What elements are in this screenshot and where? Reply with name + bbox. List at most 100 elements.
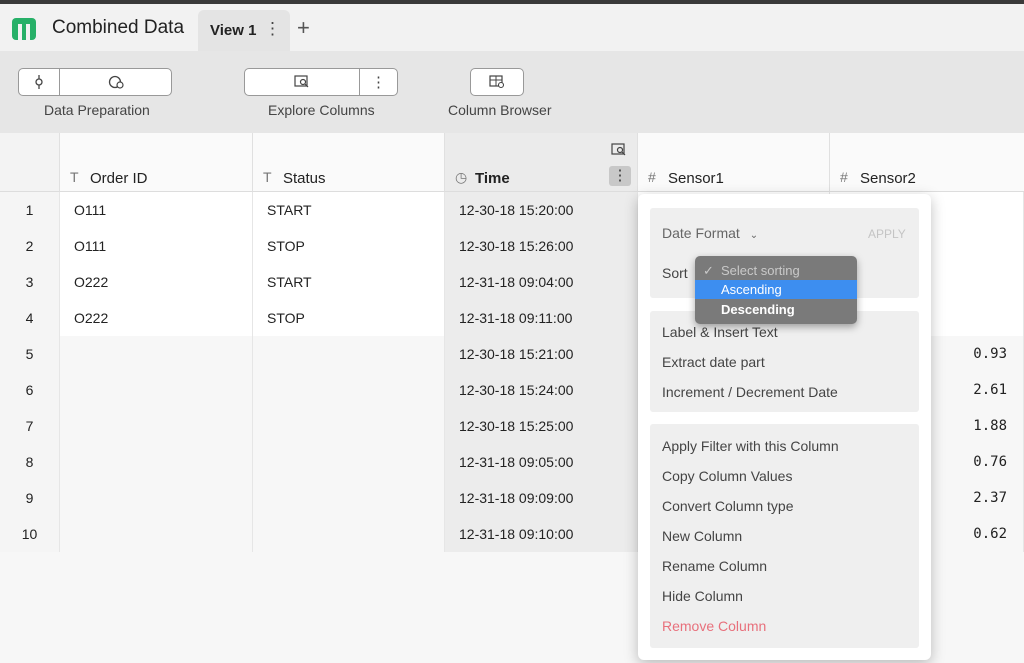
column-title: Order ID [90, 170, 148, 187]
order-id-cell[interactable] [60, 480, 253, 516]
column-header-order-id[interactable]: T Order ID [60, 133, 253, 192]
workspace-title: Combined Data [52, 17, 185, 38]
clock-icon: ◷ [455, 169, 468, 185]
row-number-cell[interactable]: 5 [0, 336, 60, 372]
option-label: Ascending [721, 282, 782, 297]
column-title: Sensor1 [668, 170, 724, 187]
row-number-cell[interactable]: 10 [0, 516, 60, 552]
status-cell[interactable] [253, 480, 445, 516]
order-id-cell[interactable] [60, 336, 253, 372]
sort-option-descending[interactable]: Descending [695, 300, 857, 319]
time-cell[interactable]: 12-31-18 09:11:00 [445, 300, 638, 336]
column-menu-button[interactable]: ⋮ [609, 166, 631, 186]
sort-option-ascending[interactable]: Ascending [695, 280, 857, 299]
time-cell[interactable]: 12-30-18 15:21:00 [445, 336, 638, 372]
column-browser-icon [471, 69, 523, 95]
menu-item[interactable]: Apply Filter with this Column [662, 438, 839, 454]
menu-item[interactable]: Rename Column [662, 558, 767, 574]
data-prep-refresh-icon[interactable] [59, 69, 171, 95]
order-id-cell[interactable] [60, 372, 253, 408]
chevron-down-icon: ⌄ [749, 230, 759, 241]
row-number-cell[interactable]: 1 [0, 192, 60, 228]
column-title: Time [475, 170, 510, 187]
app-logo-icon [12, 18, 36, 40]
row-number-cell[interactable]: 7 [0, 408, 60, 444]
row-number-cell[interactable]: 3 [0, 264, 60, 300]
row-number-cell[interactable]: 9 [0, 480, 60, 516]
text-type-icon: T [70, 169, 79, 185]
menu-item[interactable]: Convert Column type [662, 498, 794, 514]
date-format-label: Date Format [662, 225, 740, 241]
menu-item[interactable]: Increment / Decrement Date [662, 384, 838, 400]
status-cell[interactable] [253, 336, 445, 372]
toolbar: Data Preparation ⋮ Explore Columns Colum… [0, 51, 1024, 133]
column-header-time[interactable]: ◷ Time ⋮ [445, 133, 638, 192]
explore-columns-label: Explore Columns [268, 102, 375, 118]
text-type-icon: T [263, 169, 272, 185]
menu-item[interactable]: New Column [662, 528, 742, 544]
order-id-cell[interactable]: O222 [60, 300, 253, 336]
explore-columns-menu-icon[interactable]: ⋮ [359, 69, 397, 95]
order-id-cell[interactable]: O222 [60, 264, 253, 300]
explore-columns-icon[interactable] [245, 69, 359, 95]
row-number-cell[interactable]: 8 [0, 444, 60, 480]
order-id-cell[interactable] [60, 444, 253, 480]
row-number-cell[interactable]: 6 [0, 372, 60, 408]
option-label: Descending [721, 302, 795, 317]
order-id-cell[interactable] [60, 408, 253, 444]
time-cell[interactable]: 12-31-18 09:10:00 [445, 516, 638, 552]
explore-column-icon[interactable] [611, 143, 627, 162]
time-cell[interactable]: 12-30-18 15:20:00 [445, 192, 638, 228]
order-id-cell[interactable] [60, 516, 253, 552]
column-title: Status [283, 170, 326, 187]
status-cell[interactable] [253, 372, 445, 408]
status-cell[interactable]: START [253, 264, 445, 300]
status-cell[interactable] [253, 516, 445, 552]
tab-label: View 1 [210, 22, 257, 39]
column-header-sensor2[interactable]: # Sensor2 [830, 133, 1024, 192]
order-id-cell[interactable]: O111 [60, 228, 253, 264]
explore-columns-button-group: ⋮ [244, 68, 398, 96]
status-cell[interactable]: STOP [253, 228, 445, 264]
remove-column-item[interactable]: Remove Column [662, 618, 766, 634]
menu-item[interactable]: Extract date part [662, 354, 765, 370]
time-cell[interactable]: 12-31-18 09:04:00 [445, 264, 638, 300]
time-cell[interactable]: 12-31-18 09:05:00 [445, 444, 638, 480]
order-id-cell[interactable]: O111 [60, 192, 253, 228]
number-type-icon: # [648, 169, 656, 185]
option-label: Select sorting [721, 263, 800, 278]
number-type-icon: # [840, 169, 848, 185]
row-number-cell[interactable]: 2 [0, 228, 60, 264]
tab-view-1[interactable]: View 1 ⋮ [198, 10, 290, 51]
menu-item[interactable]: Copy Column Values [662, 468, 792, 484]
menu-item[interactable]: Hide Column [662, 588, 743, 604]
column-actions-section: Apply Filter with this Column Copy Column… [650, 424, 919, 648]
status-cell[interactable]: STOP [253, 300, 445, 336]
time-cell[interactable]: 12-30-18 15:26:00 [445, 228, 638, 264]
data-preparation-button-group [18, 68, 172, 96]
date-format-dropdown[interactable]: Date Format ⌄ [662, 225, 758, 241]
sort-option-placeholder[interactable]: ✓ Select sorting [695, 261, 857, 280]
tab-menu-icon[interactable]: ⋮ [264, 19, 281, 39]
apply-button[interactable]: APPLY [868, 227, 906, 241]
column-browser-label: Column Browser [448, 102, 552, 118]
time-cell[interactable]: 12-30-18 15:24:00 [445, 372, 638, 408]
data-preparation-label: Data Preparation [44, 102, 150, 118]
status-cell[interactable] [253, 444, 445, 480]
row-number-cell[interactable]: 4 [0, 300, 60, 336]
column-header-sensor1[interactable]: # Sensor1 [638, 133, 830, 192]
checkmark-icon: ✓ [703, 263, 714, 278]
add-view-button[interactable]: + [297, 15, 310, 41]
time-cell[interactable]: 12-31-18 09:09:00 [445, 480, 638, 516]
time-cell[interactable]: 12-30-18 15:25:00 [445, 408, 638, 444]
menu-item[interactable]: Label & Insert Text [662, 324, 778, 340]
pipeline-icon[interactable] [19, 69, 59, 95]
status-cell[interactable] [253, 408, 445, 444]
column-header-status[interactable]: T Status [253, 133, 445, 192]
date-actions-section: Label & Insert Text Extract date part Incr… [650, 311, 919, 412]
column-browser-button[interactable] [470, 68, 524, 96]
column-title: Sensor2 [860, 170, 916, 187]
status-cell[interactable]: START [253, 192, 445, 228]
row-number-header [0, 133, 60, 192]
sort-select-dropdown[interactable]: ✓ Select sorting Ascending Descending [695, 256, 857, 324]
